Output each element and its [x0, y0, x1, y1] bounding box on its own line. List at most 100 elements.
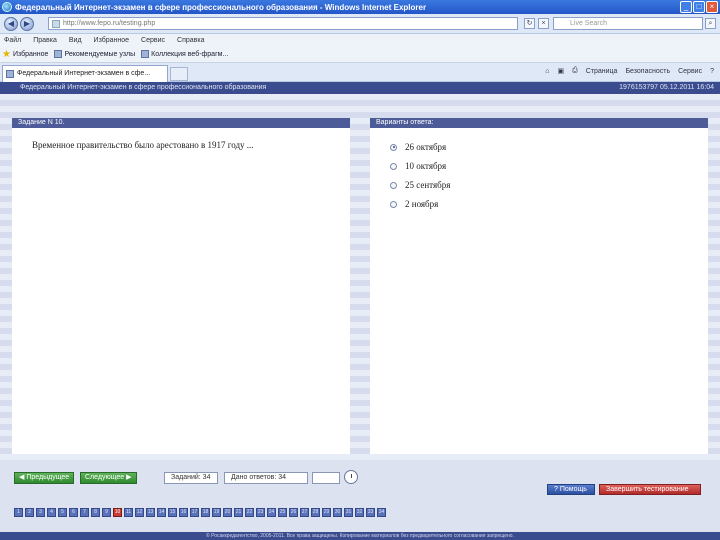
question-number[interactable]: 11 — [124, 508, 133, 517]
print-icon[interactable]: ⎙ — [572, 67, 578, 75]
radio-button[interactable] — [390, 162, 397, 170]
finish-test-button[interactable]: Завершить тестирование — [599, 484, 701, 495]
question-number[interactable]: 31 — [344, 508, 353, 517]
answer-option[interactable]: 26 октября — [390, 142, 708, 152]
maximize-button[interactable]: □ — [693, 1, 705, 13]
favorites-button[interactable]: ★ Избранное — [2, 49, 48, 60]
help-button[interactable]: ? Помощь — [547, 484, 595, 495]
question-number[interactable]: 14 — [157, 508, 166, 517]
window-controls: _ □ × — [680, 1, 718, 13]
question-number[interactable]: 30 — [333, 508, 342, 517]
radio-button[interactable] — [390, 200, 397, 208]
menu-favorites[interactable]: Избранное — [94, 37, 129, 44]
question-number[interactable]: 32 — [355, 508, 364, 517]
question-number[interactable]: 29 — [322, 508, 331, 517]
address-toolbar: ◀ ▶ http://www.fepo.ru/testing.php ↻ × L… — [0, 14, 720, 34]
menu-edit[interactable]: Правка — [33, 37, 57, 44]
question-number[interactable]: 3 — [36, 508, 45, 517]
clock-icon — [344, 470, 358, 484]
tab-bar: Федеральный Интернет-экзамен в сфе... ⌂ … — [0, 63, 720, 82]
forward-button[interactable]: ▶ — [20, 17, 34, 31]
question-number[interactable]: 20 — [223, 508, 232, 517]
question-number[interactable]: 4 — [47, 508, 56, 517]
radio-button-selected[interactable] — [390, 143, 397, 151]
question-number[interactable]: 24 — [267, 508, 276, 517]
page-menu[interactable]: Страница — [586, 68, 618, 75]
question-number[interactable]: 23 — [256, 508, 265, 517]
question-number[interactable]: 25 — [278, 508, 287, 517]
ie-logo-icon — [2, 2, 12, 12]
task-panel: Задание N 10. Временное правительство бы… — [12, 118, 350, 454]
minimize-button[interactable]: _ — [680, 1, 692, 13]
question-number[interactable]: 21 — [234, 508, 243, 517]
close-window-button[interactable]: × — [706, 1, 718, 13]
task-heading: Задание N 10. — [12, 118, 350, 128]
question-number[interactable]: 19 — [212, 508, 221, 517]
favorite-link-webslices[interactable]: Коллекция веб-фрагм... — [141, 50, 228, 58]
question-text: Временное правительство было арестовано … — [32, 140, 254, 150]
question-number[interactable]: 2 — [25, 508, 34, 517]
menu-file[interactable]: Файл — [4, 37, 21, 44]
feeds-icon[interactable]: ▣ — [557, 67, 564, 75]
question-number[interactable]: 16 — [179, 508, 188, 517]
tab-active[interactable]: Федеральный Интернет-экзамен в сфе... — [2, 65, 168, 82]
question-number[interactable]: 27 — [300, 508, 309, 517]
stop-button[interactable]: × — [538, 18, 549, 29]
new-tab-button[interactable] — [170, 67, 188, 81]
question-number[interactable]: 8 — [91, 508, 100, 517]
tasks-count: Заданий: 34 — [164, 472, 218, 484]
question-number[interactable]: 26 — [289, 508, 298, 517]
search-input[interactable]: Live Search — [553, 17, 703, 30]
favorite-link-label: Рекомендуемые узлы — [64, 50, 136, 58]
back-button[interactable]: ◀ — [4, 17, 18, 31]
answer-option[interactable]: 2 ноября — [390, 199, 708, 209]
url-field[interactable]: http://www.fepo.ru/testing.php — [48, 17, 518, 30]
previous-label: Предыдущее — [26, 474, 70, 481]
question-number[interactable]: 12 — [135, 508, 144, 517]
answers-panel: Варианты ответа: 26 октября 10 октября 2… — [370, 118, 708, 454]
answered-count: Дано ответов: 34 — [224, 472, 308, 484]
question-number[interactable]: 17 — [190, 508, 199, 517]
answer-label: 25 сентября — [405, 180, 451, 190]
question-number[interactable]: 33 — [366, 508, 375, 517]
menu-view[interactable]: Вид — [69, 37, 82, 44]
question-number[interactable]: 6 — [69, 508, 78, 517]
home-icon[interactable]: ⌂ — [545, 68, 549, 75]
previous-button[interactable]: ◀ Предыдущее — [14, 472, 75, 484]
question-number[interactable]: 5 — [58, 508, 67, 517]
question-number[interactable]: 22 — [245, 508, 254, 517]
answer-option[interactable]: 10 октября — [390, 161, 708, 171]
test-content: Задание N 10. Временное правительство бы… — [0, 94, 720, 460]
question-number[interactable]: 28 — [311, 508, 320, 517]
search-go-button[interactable]: ⌕ — [705, 18, 716, 29]
menu-help[interactable]: Справка — [177, 37, 204, 44]
answers-heading: Варианты ответа: — [370, 118, 708, 128]
next-button[interactable]: Следующее ▶ — [80, 472, 137, 484]
favorite-link-label: Коллекция веб-фрагм... — [151, 50, 229, 58]
question-number[interactable]: 13 — [146, 508, 155, 517]
help-icon[interactable]: ? — [710, 68, 714, 75]
question-navigator: 1 2 3 4 5 6 7 8 9 10 11 12 13 14 15 16 17 18 19 20 21 22 23 24 2… — [14, 508, 386, 517]
safety-menu[interactable]: Безопасность — [625, 68, 670, 75]
question-number[interactable]: 9 — [102, 508, 111, 517]
next-label: Следующее — [85, 474, 125, 481]
question-number[interactable]: 1 — [14, 508, 23, 517]
refresh-button[interactable]: ↻ — [524, 18, 535, 29]
tools-menu[interactable]: Сервис — [678, 68, 702, 75]
menu-bar: Файл Правка Вид Избранное Сервис Справка — [0, 34, 720, 46]
question-number[interactable]: 7 — [80, 508, 89, 517]
page-title: Федеральный Интернет-экзамен в сфере про… — [20, 84, 267, 91]
question-number[interactable]: 34 — [377, 508, 386, 517]
url-text: http://www.fepo.ru/testing.php — [63, 20, 156, 27]
answer-option[interactable]: 25 сентября — [390, 180, 708, 190]
question-number[interactable]: 18 — [201, 508, 210, 517]
answer-label: 26 октября — [405, 142, 447, 152]
favorite-link-suggested[interactable]: Рекомендуемые узлы — [54, 50, 135, 58]
question-number[interactable]: 15 — [168, 508, 177, 517]
help-label: Помощь — [559, 486, 587, 493]
page-icon — [6, 70, 14, 78]
menu-tools[interactable]: Сервис — [141, 37, 165, 44]
question-number-current[interactable]: 10 — [113, 508, 122, 517]
window-titlebar: Федеральный Интернет-экзамен в сфере про… — [0, 0, 720, 14]
radio-button[interactable] — [390, 181, 397, 189]
